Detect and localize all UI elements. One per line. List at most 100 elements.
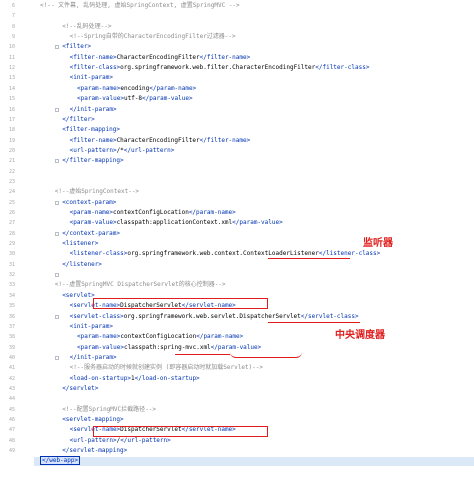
tag-value: classpath:spring-mvc.xml — [123, 343, 211, 351]
code-line[interactable]: <filter-name>CharacterEncodingFilter</fi… — [70, 137, 251, 145]
code-line[interactable]: <param-name>encoding</param-name> — [77, 85, 196, 93]
code-line[interactable]: <url-pattern>/</url-pattern> — [70, 437, 171, 445]
xml-tag: <filter> — [62, 43, 92, 51]
xml-tag: <servlet> — [62, 291, 95, 299]
xml-tag: <param-name> — [77, 333, 121, 341]
underline-context-loader-listener — [268, 258, 350, 259]
xml-comment: <!-- 文件幕, 乱码处理, 虚始SpringContext, 虚置Sprin… — [40, 2, 240, 9]
tag-value: utf-8 — [123, 95, 143, 103]
xml-tag: </filter> — [62, 115, 95, 123]
code-line[interactable]: <param-name>contextConfigLocation</param… — [70, 209, 236, 217]
xml-tag: <param-value> — [77, 343, 124, 351]
dispatcher-bracket — [230, 344, 302, 358]
code-line[interactable]: </web-app> — [40, 456, 81, 466]
code-line[interactable]: <url-pattern>/*</url-pattern> — [70, 147, 175, 155]
code-line[interactable]: <servlet-class>org.springframework.web.s… — [70, 313, 359, 321]
xml-tag: </url-pattern> — [123, 146, 175, 154]
code-line[interactable]: <!--虚置SpringMVC DispatcherServlet的核心控制器-… — [55, 281, 226, 289]
code-line[interactable]: <init-param> — [70, 323, 113, 331]
xml-tag: <param-name> — [69, 209, 113, 216]
tag-value: /* — [116, 146, 124, 154]
xml-tag: </param-name> — [196, 333, 244, 341]
tag-value: org.springframework.web.filter.Character… — [120, 64, 316, 72]
xml-tag: <param-value> — [77, 95, 124, 103]
xml-comment: <!--Spring自带的CharacterEncodingFilter过滤器-… — [69, 33, 236, 41]
xml-comment: <!--虚置SpringMVC DispatcherServlet的核心控制器-… — [54, 281, 226, 289]
code-line[interactable]: </servlet-mapping> — [62, 447, 127, 455]
code-line[interactable]: <!-- 文件幕, 乱码处理, 虚始SpringContext, 虚置Sprin… — [40, 2, 240, 10]
xml-tag: </filter-class> — [315, 64, 370, 72]
xml-tag: <init-param> — [69, 74, 113, 82]
code-line[interactable]: </init-param> — [70, 106, 117, 114]
highlight-box-servlet-name — [93, 298, 268, 309]
xml-tag: <filter-class> — [69, 64, 121, 72]
code-line[interactable]: <filter-class>org.springframework.web.fi… — [70, 64, 370, 72]
xml-tag: <url-pattern> — [69, 146, 117, 154]
annotation-dispatcher: 中央调度器 — [335, 330, 385, 341]
xml-tag: </filter-name> — [199, 136, 251, 144]
highlight-box-mapping-servlet-name — [93, 426, 268, 437]
xml-comment: <!--服务器启动的时候就创建实例 (即容器启动时就加载Servlet)--> — [69, 364, 264, 372]
code-line[interactable]: </init-param> — [70, 354, 117, 362]
xml-tag: </filter-mapping> — [62, 157, 124, 165]
tag-value: contextConfigLocation — [120, 333, 197, 341]
tag-value: CharacterEncodingFilter — [116, 136, 200, 144]
xml-tag: <servlet-class> — [69, 312, 124, 320]
code-line[interactable]: <context-param> — [62, 199, 116, 207]
code-line[interactable]: <!--配置SpringMVC拦截路径--> — [62, 406, 156, 414]
xml-tag: <servlet-mapping> — [62, 416, 124, 423]
xml-tag: <listener> — [62, 240, 99, 248]
xml-tag: </context-param> — [62, 229, 120, 237]
tag-value: classpath:applicationContext.xml — [116, 219, 233, 227]
code-line[interactable]: </servlet> — [62, 385, 98, 393]
xml-tag: </param-name> — [149, 84, 197, 92]
code-line[interactable]: <!--Spring自带的CharacterEncodingFilter过滤器-… — [70, 33, 236, 41]
code-line[interactable]: <servlet> — [62, 292, 95, 300]
xml-tag: </listener> — [62, 260, 102, 268]
code-line[interactable]: <init-param> — [70, 74, 113, 82]
xml-comment: <!--乱码处理--> — [62, 22, 112, 30]
xml-tag: <param-value> — [69, 219, 117, 227]
xml-tag: <load-on-startup> — [69, 374, 132, 382]
code-line[interactable]: <!--服务器启动的时候就创建实例 (即容器启动时就加载Servlet)--> — [70, 364, 263, 372]
code-line[interactable]: <load-on-startup>1</load-on-startup> — [70, 375, 200, 383]
code-line[interactable]: <param-name>contextConfigLocation</param… — [77, 333, 243, 341]
xml-tag: </servlet-class> — [300, 312, 359, 320]
current-line-highlight — [34, 457, 474, 467]
xml-tag: <filter-mapping> — [62, 126, 120, 134]
code-line[interactable]: <servlet-mapping> — [62, 416, 123, 424]
xml-comment: <!--虚始SpringContext--> — [54, 188, 140, 196]
xml-tag: </filter-name> — [199, 53, 251, 61]
xml-tag: </param-value> — [142, 95, 193, 103]
code-line[interactable]: </context-param> — [62, 230, 120, 238]
code-line[interactable]: <listener> — [62, 240, 98, 248]
xml-tag: <filter-name> — [69, 53, 117, 61]
code-line[interactable]: <filter-mapping> — [62, 126, 120, 134]
xml-tag: <init-param> — [69, 322, 113, 330]
code-area[interactable]: <!-- 文件幕, 乱码处理, 虚始SpringContext, 虚置Sprin… — [0, 0, 474, 477]
code-line[interactable]: <filter-name>CharacterEncodingFilter</fi… — [70, 54, 251, 62]
xml-tag: <context-param> — [62, 198, 117, 206]
xml-tag: <param-name> — [77, 84, 121, 92]
tag-value: org.springframework.web.servlet.Dispatch… — [123, 312, 301, 320]
xml-tag: <filter-name> — [69, 136, 117, 144]
xml-tag: </servlet-mapping> — [62, 447, 128, 455]
code-line[interactable]: </filter-mapping> — [62, 157, 123, 165]
code-line[interactable]: <param-value>classpath:applicationContex… — [70, 219, 283, 227]
xml-tag: </servlet> — [62, 384, 99, 392]
code-line[interactable]: </filter> — [62, 116, 95, 124]
code-line[interactable]: <!--虚始SpringContext--> — [55, 188, 139, 196]
code-line[interactable]: </listener> — [62, 261, 102, 269]
xml-tag: </param-value> — [232, 219, 283, 227]
code-line[interactable]: <param-value>utf-8</param-value> — [77, 95, 193, 103]
code-line[interactable]: <!--乱码处理--> — [62, 23, 111, 31]
code-editor[interactable]: 6 7 8 9 10 11 12 13 14 15 16 17 18 19 20 21 22 23 24 25 26 27… — [0, 0, 474, 477]
annotation-listener: 监听器 — [363, 238, 393, 249]
xml-tag: <url-pattern> — [69, 436, 117, 444]
tag-value: org.springframework.web.context.ContextL… — [127, 250, 319, 258]
xml-tag: </web-app> — [40, 456, 81, 466]
code-line[interactable]: <filter> — [62, 43, 91, 51]
xml-tag: </listener-class> — [318, 250, 381, 258]
xml-tag: </init-param> — [69, 105, 117, 113]
xml-tag: </param-name> — [188, 209, 236, 216]
